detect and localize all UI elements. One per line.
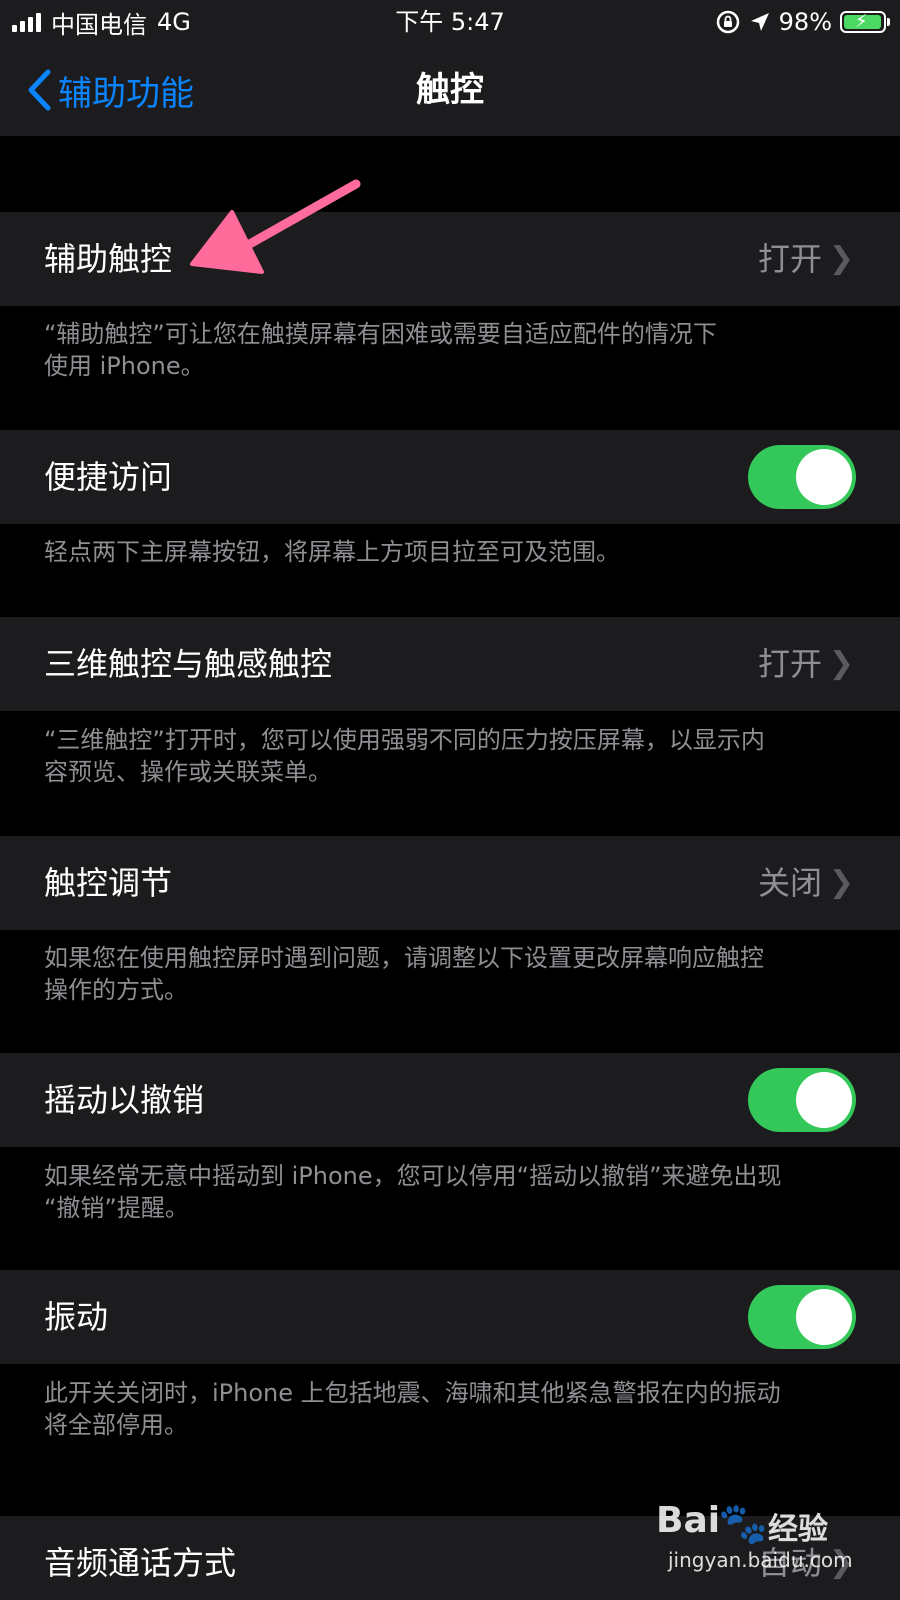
watermark-brand-suffix: 经验 — [768, 1512, 828, 1547]
footer-line: 此开关关闭时，iPhone 上包括地震、海啸和其他紧急警报在内的振动 — [44, 1379, 781, 1407]
row-label: 振动 — [44, 1298, 109, 1336]
footer-shake-to-undo: 如果经常无意中摇动到 iPhone，您可以停用“摇动以撤销”来避免出现 “撤销”… — [44, 1160, 856, 1224]
footer-line: 将全部停用。 — [44, 1411, 188, 1439]
chevron-right-icon: ❯ — [828, 646, 854, 681]
row-touch-accommodations[interactable]: 触控调节 关闭 ❯ — [0, 836, 900, 930]
footer-touch-accommodations: 如果您在使用触控屏时遇到问题，请调整以下设置更改屏幕响应触控 操作的方式。 — [44, 942, 856, 1006]
chevron-right-icon: ❯ — [828, 865, 854, 900]
row-label: 便捷访问 — [44, 458, 173, 496]
row-label: 音频通话方式 — [44, 1544, 237, 1582]
row-shake-to-undo: 摇动以撤销 — [0, 1053, 900, 1147]
footer-line: 轻点两下主屏幕按钮，将屏幕上方项目拉至可及范围。 — [44, 538, 620, 566]
watermark-url: jingyan.baidu.com — [668, 1548, 853, 1572]
row-value: 打开 — [757, 645, 822, 683]
row-vibration: 振动 — [0, 1270, 900, 1364]
annotation-arrow-icon — [190, 179, 361, 274]
shake-to-undo-toggle[interactable] — [748, 1068, 856, 1132]
footer-line: 使用 iPhone。 — [44, 352, 205, 380]
footer-assistive-touch: “辅助触控”可让您在触摸屏幕有困难或需要自适应配件的情况下 使用 iPhone。 — [44, 318, 856, 382]
footer-line: “撤销”提醒。 — [44, 1194, 189, 1222]
watermark-brand: Bai — [656, 1500, 721, 1541]
baidu-jingyan-watermark: Bai 🐾 经验 jingyan.baidu.com — [656, 1498, 886, 1578]
paw-icon: 🐾 — [718, 1501, 768, 1547]
row-reachability: 便捷访问 — [0, 430, 900, 524]
footer-line: 容预览、操作或关联菜单。 — [44, 758, 332, 786]
footer-reachability: 轻点两下主屏幕按钮，将屏幕上方项目拉至可及范围。 — [44, 536, 856, 568]
footer-vibration: 此开关关闭时，iPhone 上包括地震、海啸和其他紧急警报在内的振动 将全部停用… — [44, 1377, 856, 1441]
footer-line: 如果您在使用触控屏时遇到问题，请调整以下设置更改屏幕响应触控 — [44, 944, 764, 972]
footer-3d-touch: “三维触控”打开时，您可以使用强弱不同的压力按压屏幕，以显示内 容预览、操作或关… — [44, 724, 856, 788]
vibration-toggle[interactable] — [748, 1285, 856, 1349]
reachability-toggle[interactable] — [748, 445, 856, 509]
row-label: 摇动以撤销 — [44, 1081, 205, 1119]
footer-line: “辅助触控”可让您在触摸屏幕有困难或需要自适应配件的情况下 — [44, 320, 717, 348]
row-label: 触控调节 — [44, 864, 173, 902]
row-value: 关闭 — [757, 864, 822, 902]
row-3d-touch[interactable]: 三维触控与触感触控 打开 ❯ — [0, 617, 900, 711]
footer-line: 如果经常无意中摇动到 iPhone，您可以停用“摇动以撤销”来避免出现 — [44, 1162, 782, 1190]
row-label: 三维触控与触感触控 — [44, 645, 333, 683]
footer-line: “三维触控”打开时，您可以使用强弱不同的压力按压屏幕，以显示内 — [44, 726, 765, 754]
footer-line: 操作的方式。 — [44, 976, 188, 1004]
